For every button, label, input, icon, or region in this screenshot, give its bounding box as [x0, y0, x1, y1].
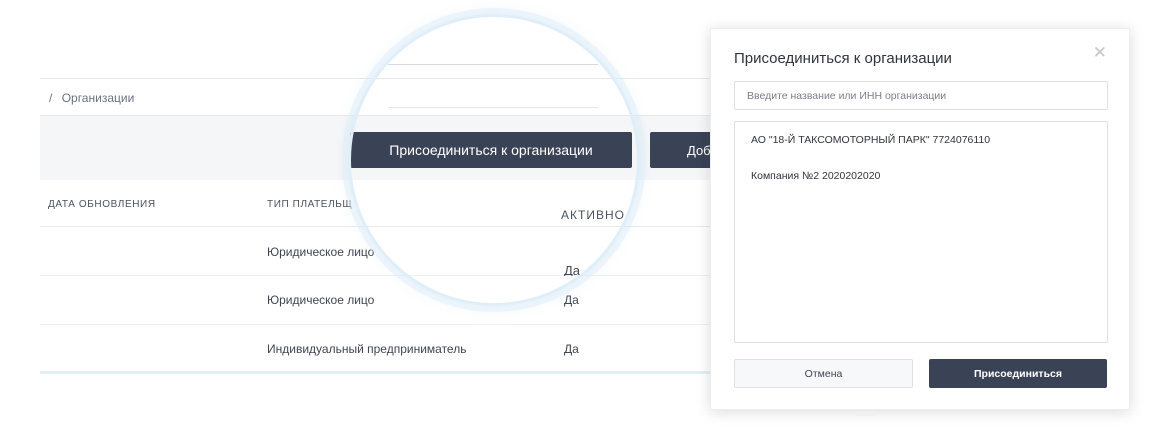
breadcrumb: / Организации	[40, 78, 740, 116]
cancel-button[interactable]: Отмена	[734, 359, 913, 388]
table-row[interactable]: Индивидуальный предприниматель Да	[40, 325, 740, 374]
cell-active: Да	[564, 293, 579, 307]
organization-results-list: АО "18-Й ТАКСОМОТОРНЫЙ ПАРК" 7724076110 …	[734, 121, 1108, 343]
close-icon[interactable]: ✕	[1093, 43, 1107, 63]
cell-active: Да	[564, 342, 579, 356]
column-header-active[interactable]: АКТИВНО	[561, 208, 625, 222]
join-button[interactable]: Присоединиться	[929, 359, 1107, 388]
join-organization-modal: Присоединиться к организации ✕ АО "18-Й …	[710, 28, 1130, 410]
column-header-updated-date[interactable]: ДАТА ОБНОВЛЕНИЯ	[48, 199, 156, 210]
page-header-area	[40, 0, 740, 78]
breadcrumb-current[interactable]: Организации	[62, 91, 135, 105]
toolbar: Присоединиться к организации Доб	[40, 116, 740, 180]
lens-divider-bottom	[388, 107, 598, 108]
cell-payer-type: Индивидуальный предприниматель	[267, 342, 467, 356]
organization-search-input[interactable]	[734, 81, 1108, 110]
table-row[interactable]: Юридическое лицо Да	[40, 227, 740, 278]
list-item[interactable]: АО "18-Й ТАКСОМОТОРНЫЙ ПАРК" 7724076110	[751, 134, 990, 146]
column-header-payer-type[interactable]: ТИП ПЛАТЕЛЬЩ	[267, 199, 352, 210]
organizations-table: ДАТА ОБНОВЛЕНИЯ ТИП ПЛАТЕЛЬЩ АКТИВНО Юри…	[40, 180, 740, 374]
screen: / Организации Присоединиться к организац…	[0, 0, 1170, 430]
table-header: ДАТА ОБНОВЛЕНИЯ ТИП ПЛАТЕЛЬЩ АКТИВНО	[40, 180, 740, 227]
scrollbar-fragment	[856, 412, 874, 416]
cell-payer-type: Юридическое лицо	[267, 245, 375, 259]
modal-title: Присоединиться к организации	[734, 50, 952, 67]
breadcrumb-separator: /	[49, 91, 53, 105]
cell-payer-type: Юридическое лицо	[267, 293, 375, 307]
lens-divider-top	[388, 64, 598, 65]
list-item[interactable]: Компания №2 2020202020	[751, 170, 880, 182]
join-organization-button[interactable]: Присоединиться к организации	[350, 132, 632, 168]
table-row[interactable]: Юридическое лицо Да	[40, 276, 740, 325]
